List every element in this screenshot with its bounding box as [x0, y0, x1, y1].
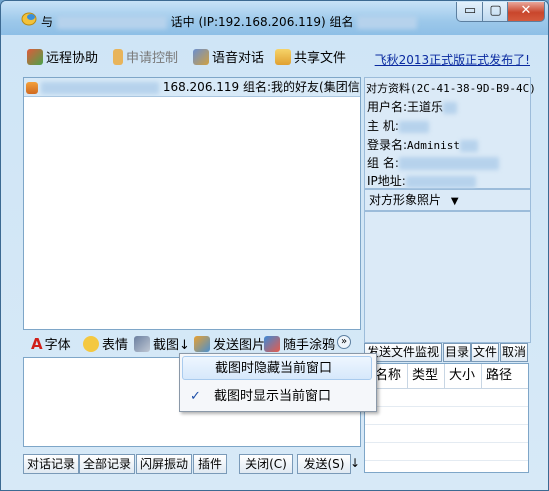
grid-line [365, 460, 528, 461]
bottom-bar: 对话记录 全部记录 闪屏振动 插件 关闭(C) 发送(S) ↓ [23, 454, 361, 474]
doodle-button[interactable]: 随手涂鸦 [264, 334, 335, 353]
file-list-header: 名称 类型 大小 路径 [365, 364, 528, 389]
grid-line [365, 424, 528, 425]
redacted-username [443, 101, 458, 114]
grid-line [365, 442, 528, 443]
share-file-label: 共享文件 [294, 51, 347, 66]
remote-assist-icon [27, 49, 43, 65]
image-icon [194, 336, 210, 352]
username-value: 王道乐 [407, 100, 444, 114]
redacted-login [460, 139, 479, 152]
right-panel: 对方资料(2C-41-38-9D-B9-4C) 用户名:王道乐 主 机: 登录名… [364, 77, 536, 473]
host-label: 主 机: [367, 119, 399, 133]
voice-chat-button[interactable]: 语音对话 [193, 47, 264, 66]
smiley-icon [83, 336, 99, 352]
menu-item-label: 截图时显示当前窗口 [214, 389, 332, 404]
input-toolbar: A 字体 表情 截图↓ 发送图片 随手涂鸦 » [23, 331, 361, 355]
remote-assist-button[interactable]: 远程协助 [27, 47, 98, 66]
emoji-button[interactable]: 表情 [83, 334, 128, 353]
column-size[interactable]: 大小 [445, 364, 482, 388]
menu-item-hide-window[interactable]: 截图时隐藏当前窗口 [182, 356, 372, 380]
title-bar[interactable]: 与 话中 (IP:192.168.206.119) 组名 ▭ ▢ ✕ [1, 1, 548, 35]
peer-info-header: 对方资料(2C-41-38-9D-B9-4C) [366, 82, 536, 95]
microphone-icon [193, 49, 209, 65]
login-row: 登录名:Administ [367, 136, 479, 153]
column-path[interactable]: 路径 [482, 364, 522, 388]
share-file-button[interactable]: 共享文件 [275, 47, 346, 66]
emoji-label: 表情 [102, 338, 129, 353]
font-label: 字体 [44, 338, 71, 353]
voice-chat-label: 语音对话 [212, 51, 265, 66]
menu-item-label: 截图时隐藏当前窗口 [215, 361, 333, 376]
group-row: 组 名: [367, 154, 499, 171]
redacted-ip [405, 175, 476, 188]
chat-header-text: 168.206.119 组名:我的好友(集团信 [162, 80, 360, 94]
file-tabs: 发送文件监视 目录 文件 取消 [364, 343, 529, 362]
redacted-host [398, 120, 429, 133]
folder-icon [275, 49, 291, 65]
scissors-icon [134, 336, 150, 352]
shake-button[interactable]: 闪屏振动 [136, 454, 192, 474]
brush-icon [264, 336, 280, 352]
announcement-link[interactable]: 飞秋2013正式版正式发布了! [375, 51, 530, 68]
screenshot-menu: 截图时隐藏当前窗口 ✓ 截图时显示当前窗口 [179, 353, 377, 412]
caret-down-icon[interactable]: ▼ [451, 196, 459, 207]
ip-label: IP地址: [367, 174, 406, 188]
menu-item-show-window[interactable]: ✓ 截图时显示当前窗口 [182, 385, 372, 409]
login-value: Administ [407, 139, 461, 152]
history-button[interactable]: 对话记录 [23, 454, 79, 474]
tab-cancel[interactable]: 取消 [500, 343, 528, 362]
screenshot-dropdown-icon[interactable]: ↓ [179, 338, 190, 353]
title-suffix: 话中 (IP:192.168.206.119) 组名 [170, 15, 354, 29]
column-type[interactable]: 类型 [408, 364, 445, 388]
request-control-icon [113, 49, 123, 65]
username-row: 用户名:王道乐 [367, 98, 458, 115]
tab-directory[interactable]: 目录 [443, 343, 471, 362]
send-image-label: 发送图片 [213, 338, 266, 353]
close-chat-button[interactable]: 关闭(C) [239, 454, 293, 474]
plugin-button[interactable]: 插件 [193, 454, 227, 474]
peer-info-panel: 对方资料(2C-41-38-9D-B9-4C) 用户名:王道乐 主 机: 登录名… [364, 77, 536, 189]
photo-area [364, 211, 531, 343]
grid-line [365, 406, 528, 407]
send-image-button[interactable]: 发送图片 [194, 334, 265, 353]
photo-label: 对方形象照片 [369, 193, 442, 207]
doodle-label: 随手涂鸦 [283, 338, 336, 353]
user-avatar-icon [26, 82, 38, 94]
remote-assist-label: 远程协助 [46, 51, 99, 66]
redacted-name [56, 16, 167, 29]
more-tools-button[interactable]: » [337, 335, 351, 349]
redacted-group [357, 16, 418, 29]
chat-header: 168.206.119 组名:我的好友(集团信 [24, 78, 360, 97]
title-prefix: 与 [41, 15, 54, 29]
file-transfer-list[interactable]: 名称 类型 大小 路径 [364, 363, 529, 473]
maximize-button[interactable]: ▢ [482, 2, 509, 22]
send-options-button[interactable]: ↓ [350, 454, 360, 472]
send-button[interactable]: 发送(S) [297, 454, 351, 474]
all-history-button[interactable]: 全部记录 [79, 454, 135, 474]
host-row: 主 机: [367, 117, 429, 134]
request-control-button[interactable]: 申请控制 [113, 47, 178, 66]
ip-row: IP地址: [367, 172, 476, 189]
redacted-peer [41, 81, 159, 94]
chat-history[interactable]: 168.206.119 组名:我的好友(集团信 [23, 77, 361, 330]
font-icon: A [31, 335, 43, 353]
chat-window: 与 话中 (IP:192.168.206.119) 组名 ▭ ▢ ✕ 远程协助 … [0, 0, 549, 491]
group-label: 组 名: [367, 156, 399, 170]
app-logo-icon [21, 12, 37, 26]
username-label: 用户名: [367, 100, 408, 114]
screenshot-label: 截图 [153, 338, 180, 353]
window-title: 与 话中 (IP:192.168.206.119) 组名 [41, 13, 418, 30]
request-control-label: 申请控制 [126, 51, 179, 66]
photo-bar[interactable]: 对方形象照片 ▼ [364, 189, 531, 211]
screenshot-button[interactable]: 截图↓ [134, 334, 190, 353]
close-window-button[interactable]: ✕ [507, 2, 545, 22]
login-label: 登录名: [367, 138, 408, 152]
font-button[interactable]: A 字体 [31, 334, 71, 353]
minimize-button[interactable]: ▭ [456, 2, 484, 22]
checkmark-icon: ✓ [190, 389, 201, 404]
redacted-group-name [398, 157, 499, 170]
tab-file[interactable]: 文件 [471, 343, 499, 362]
